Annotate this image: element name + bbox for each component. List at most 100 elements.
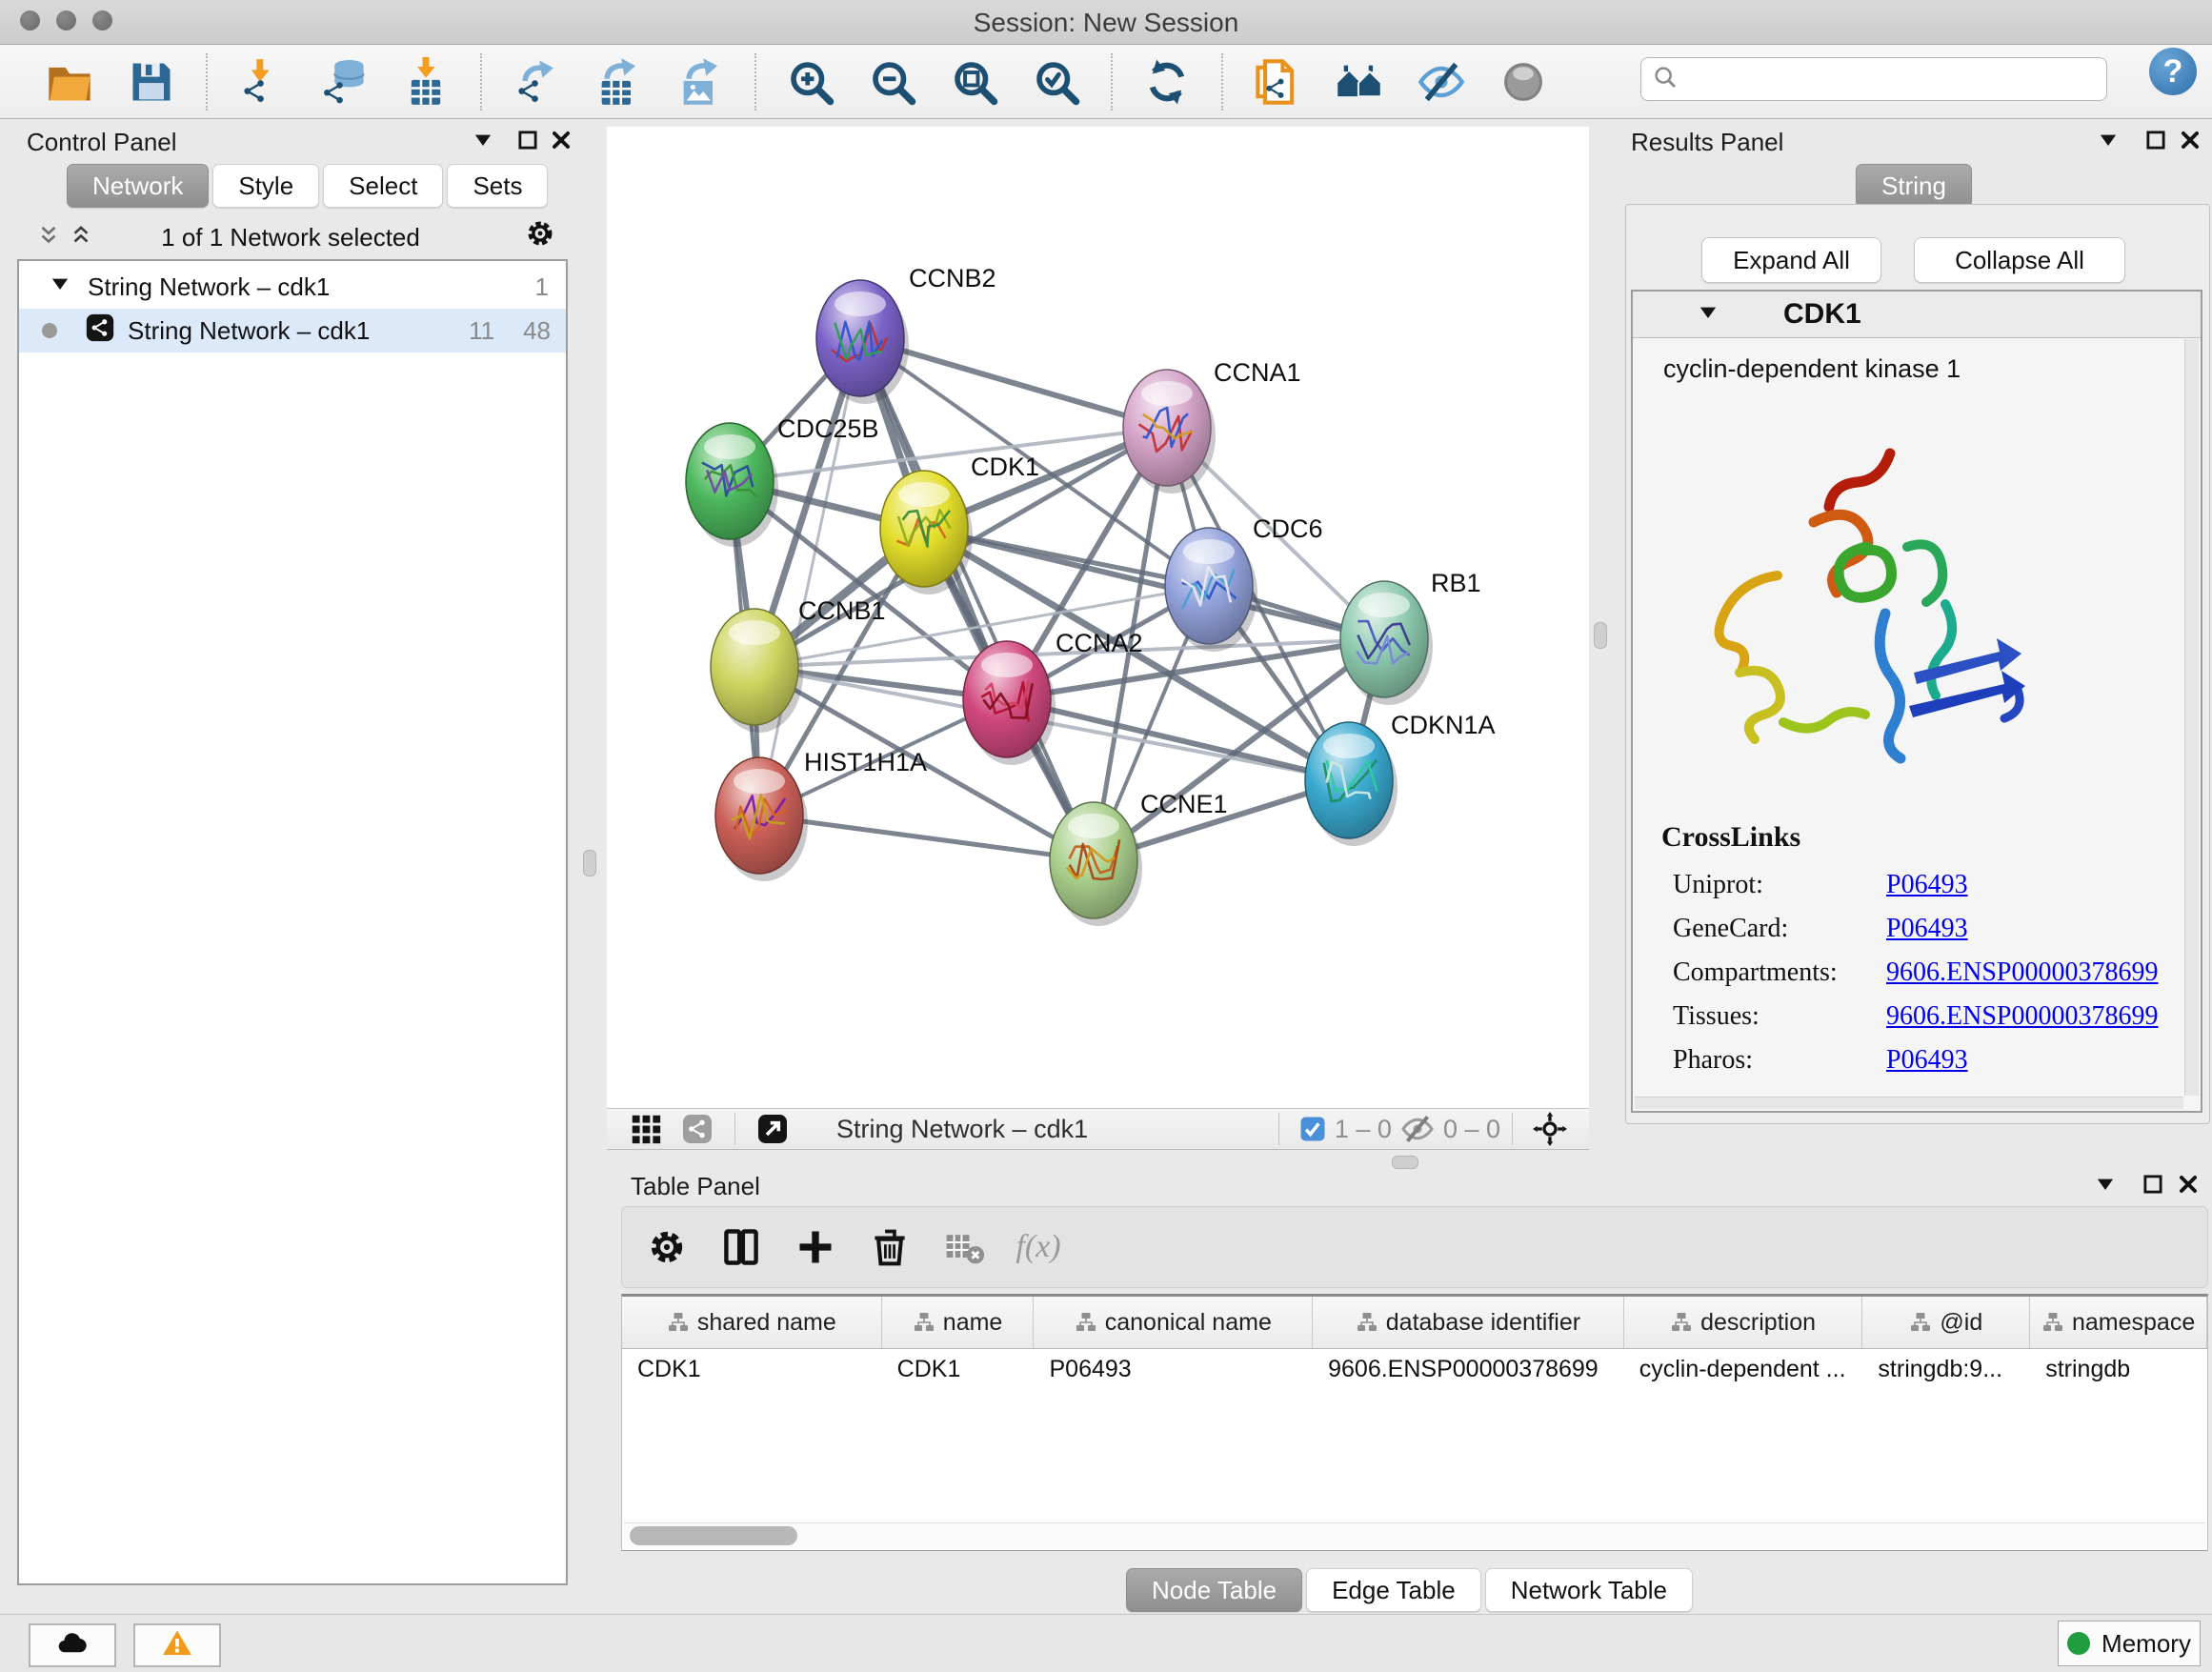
zoom-selected-icon[interactable] bbox=[1030, 55, 1083, 109]
import-table-icon[interactable] bbox=[399, 55, 452, 109]
node-CCNB1[interactable] bbox=[711, 609, 803, 733]
tab-network-table[interactable]: Network Table bbox=[1485, 1568, 1693, 1612]
zoom-in-icon[interactable] bbox=[784, 55, 837, 109]
column-header-namespace[interactable]: namespace bbox=[2030, 1297, 2207, 1348]
left-splitter-handle[interactable] bbox=[583, 850, 596, 876]
table-cell[interactable]: P06493 bbox=[1034, 1348, 1313, 1390]
crosslink-link[interactable]: P06493 bbox=[1886, 914, 1968, 944]
collapse-all-button[interactable]: Collapse All bbox=[1914, 237, 2125, 283]
tab-node-table[interactable]: Node Table bbox=[1126, 1568, 1302, 1612]
export-table-icon[interactable] bbox=[592, 55, 645, 109]
collection-caret-icon[interactable] bbox=[48, 272, 72, 303]
export-image-icon[interactable] bbox=[674, 55, 727, 109]
tab-select[interactable]: Select bbox=[323, 164, 443, 208]
crosslink-link[interactable]: 9606.ENSP00000378699 bbox=[1886, 957, 2158, 988]
crosslink-link[interactable]: P06493 bbox=[1886, 1045, 1968, 1076]
tab-string[interactable]: String bbox=[1856, 164, 1972, 208]
grid-view-icon[interactable] bbox=[628, 1111, 664, 1147]
add-column-icon[interactable] bbox=[794, 1225, 837, 1269]
node-HIST1H1A[interactable] bbox=[715, 757, 808, 881]
export-network-icon[interactable] bbox=[510, 55, 563, 109]
node-CDC6[interactable] bbox=[1165, 528, 1257, 652]
right-splitter-handle[interactable] bbox=[1594, 622, 1607, 649]
zoom-fit-icon[interactable] bbox=[948, 55, 1001, 109]
columns-icon[interactable] bbox=[719, 1225, 763, 1269]
string-document-icon[interactable] bbox=[1251, 55, 1304, 109]
zoom-out-icon[interactable] bbox=[866, 55, 919, 109]
node-CCNA2[interactable] bbox=[963, 641, 1056, 765]
node-label-CDC25B: CDC25B bbox=[777, 414, 879, 443]
open-folder-icon[interactable] bbox=[43, 55, 96, 109]
import-network-icon[interactable] bbox=[235, 55, 289, 109]
table-cell[interactable]: stringdb bbox=[2030, 1348, 2207, 1390]
table-panel-maximize-icon[interactable] bbox=[2137, 1168, 2169, 1200]
table-horizontal-scrollbar[interactable] bbox=[624, 1522, 2205, 1548]
node-CDK1[interactable] bbox=[880, 471, 973, 594]
control-panel-maximize-icon[interactable] bbox=[512, 124, 544, 156]
crosslink-label: Compartments: bbox=[1673, 957, 1886, 988]
bottom-splitter-handle[interactable] bbox=[1392, 1156, 1418, 1169]
share-view-icon[interactable] bbox=[679, 1111, 715, 1147]
show-all-icon[interactable] bbox=[1497, 55, 1550, 109]
crosslink-link[interactable]: P06493 bbox=[1886, 870, 1968, 900]
column-header--id[interactable]: @id bbox=[1862, 1297, 2030, 1348]
help-button[interactable]: ? bbox=[2149, 48, 2197, 95]
node-CDKN1A[interactable] bbox=[1305, 722, 1398, 846]
table-cell[interactable]: stringdb:9... bbox=[1862, 1348, 2030, 1390]
network-canvas[interactable]: CCNB2CCNA1CDC25BCDK1CDC6RB1CCNB1CCNA2CDK… bbox=[607, 127, 1589, 1108]
results-panel-maximize-icon[interactable] bbox=[2140, 124, 2172, 156]
tab-edge-table[interactable]: Edge Table bbox=[1306, 1568, 1481, 1612]
selected-checkbox-icon[interactable] bbox=[1298, 1111, 1327, 1147]
save-icon[interactable] bbox=[125, 55, 178, 109]
results-panel-close-icon[interactable] bbox=[2174, 124, 2206, 156]
fit-selected-crosshair-icon[interactable] bbox=[1532, 1111, 1568, 1147]
table-scrollbar-thumb[interactable] bbox=[630, 1526, 797, 1545]
home-icon[interactable] bbox=[1333, 55, 1386, 109]
crosslink-label: GeneCard: bbox=[1673, 914, 1886, 944]
gene-caret-icon[interactable] bbox=[1696, 300, 1720, 330]
table-panel-close-icon[interactable] bbox=[2172, 1168, 2204, 1200]
table-cell[interactable]: CDK1 bbox=[882, 1348, 1035, 1390]
search-input[interactable] bbox=[1679, 60, 2106, 98]
warnings-button[interactable] bbox=[133, 1623, 221, 1667]
control-panel-float-icon[interactable] bbox=[467, 124, 499, 156]
birdseye-view-icon[interactable] bbox=[754, 1111, 791, 1147]
import-database-icon[interactable] bbox=[317, 55, 371, 109]
crosslink-link[interactable]: 9606.ENSP00000378699 bbox=[1886, 1001, 2158, 1032]
network-options-gear-icon[interactable] bbox=[524, 217, 556, 254]
control-panel-close-icon[interactable] bbox=[545, 124, 577, 156]
table-cell[interactable]: CDK1 bbox=[622, 1348, 882, 1390]
node-CCNB2[interactable] bbox=[816, 280, 909, 404]
gear-icon[interactable] bbox=[645, 1225, 689, 1269]
expand-all-icon[interactable] bbox=[69, 223, 93, 252]
column-header-name[interactable]: name bbox=[882, 1297, 1035, 1348]
search-box[interactable] bbox=[1640, 57, 2107, 101]
tab-style[interactable]: Style bbox=[212, 164, 319, 208]
node-CCNE1[interactable] bbox=[1050, 802, 1142, 926]
crosslink-row: Pharos:P06493 bbox=[1673, 1038, 1968, 1082]
results-vertical-scrollbar[interactable] bbox=[2184, 339, 2199, 1096]
table-row[interactable]: CDK1CDK1P064939606.ENSP00000378699cyclin… bbox=[622, 1348, 2207, 1390]
expand-all-button[interactable]: Expand All bbox=[1701, 237, 1881, 283]
column-header-database-identifier[interactable]: database identifier bbox=[1313, 1297, 1624, 1348]
refresh-icon[interactable] bbox=[1140, 55, 1194, 109]
cloud-button[interactable] bbox=[29, 1623, 116, 1667]
table-cell[interactable]: cyclin-dependent ... bbox=[1624, 1348, 1863, 1390]
collapse-all-icon[interactable] bbox=[36, 223, 61, 252]
network-collection-row[interactable]: String Network – cdk1 1 bbox=[19, 265, 566, 309]
results-horizontal-scrollbar[interactable] bbox=[1635, 1097, 2183, 1109]
column-header-canonical-name[interactable]: canonical name bbox=[1034, 1297, 1313, 1348]
table-panel-float-icon[interactable] bbox=[2089, 1168, 2122, 1200]
memory-button[interactable]: Memory bbox=[2058, 1621, 2201, 1666]
hide-selected-icon[interactable] bbox=[1415, 55, 1468, 109]
gene-section-header[interactable]: CDK1 bbox=[1633, 292, 2201, 338]
table-cell[interactable]: 9606.ENSP00000378699 bbox=[1313, 1348, 1624, 1390]
tab-network[interactable]: Network bbox=[67, 164, 209, 208]
column-header-shared-name[interactable]: shared name bbox=[622, 1297, 882, 1348]
tab-sets[interactable]: Sets bbox=[447, 164, 548, 208]
delete-column-icon[interactable] bbox=[868, 1225, 912, 1269]
network-row[interactable]: String Network – cdk1 11 48 bbox=[19, 309, 566, 353]
node-RB1[interactable] bbox=[1340, 581, 1433, 705]
column-header-description[interactable]: description bbox=[1624, 1297, 1863, 1348]
results-panel-float-icon[interactable] bbox=[2092, 124, 2124, 156]
